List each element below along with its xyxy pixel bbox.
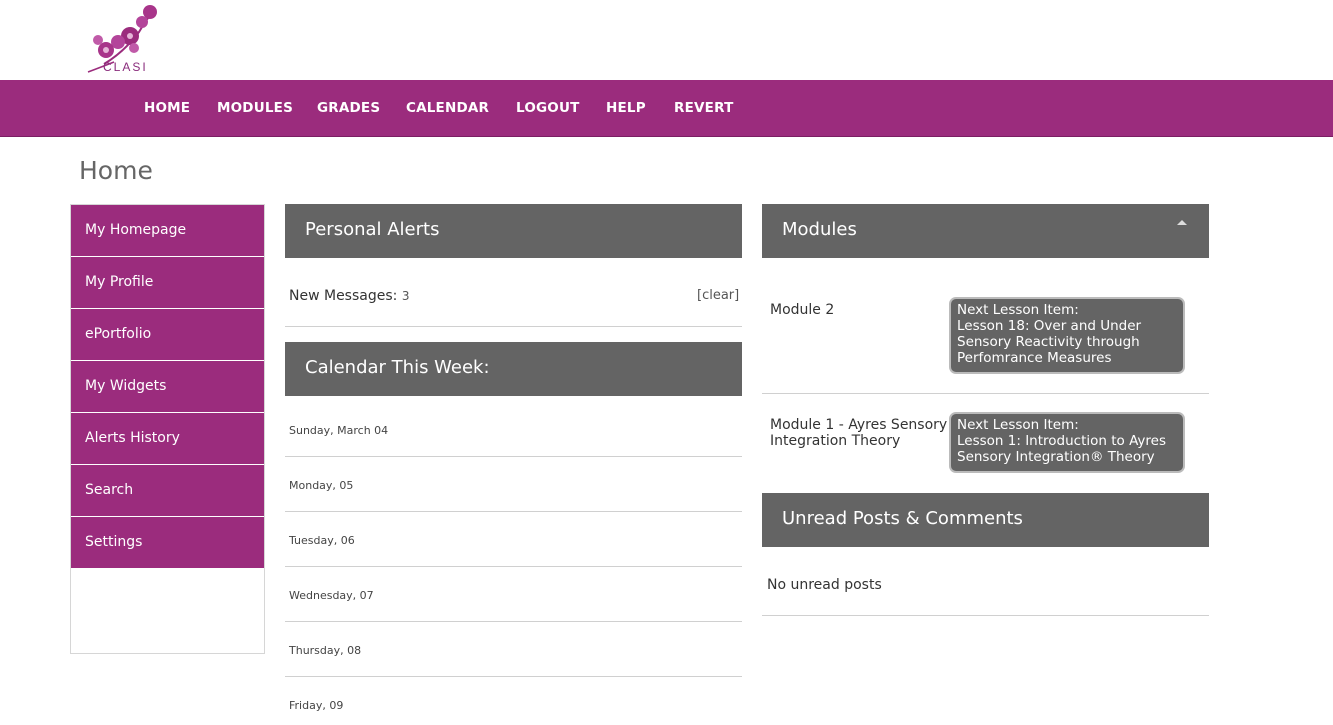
main-nav: HOME MODULES GRADES CALENDAR LOGOUT HELP… [0, 80, 1333, 137]
divider [285, 326, 742, 327]
modules-header: Modules [762, 204, 1209, 258]
logo-text: CLASI [103, 60, 148, 74]
new-messages-row: New Messages: 3 [289, 288, 409, 304]
module-name[interactable]: Module 2 [770, 302, 834, 318]
lesson-title-line: Sensory Reactivity through [957, 334, 1140, 350]
nav-help[interactable]: HELP [606, 100, 646, 116]
nav-revert[interactable]: REVERT [674, 100, 734, 116]
nav-logout[interactable]: LOGOUT [516, 100, 580, 116]
sidebar-item-settings[interactable]: Settings [71, 517, 264, 568]
nav-modules[interactable]: MODULES [217, 100, 293, 116]
sidebar-item-eportfolio[interactable]: ePortfolio [71, 309, 264, 360]
calendar-day: Wednesday, 07 [289, 589, 374, 602]
next-lesson-label: Next Lesson Item: [957, 302, 1079, 318]
calendar-day: Thursday, 08 [289, 644, 362, 657]
sidebar-item-my-widgets[interactable]: My Widgets [71, 361, 264, 412]
calendar-week-header: Calendar This Week: [285, 342, 742, 396]
next-lesson-label: Next Lesson Item: [957, 417, 1079, 433]
calendar-day: Friday, 09 [289, 699, 344, 712]
next-lesson-button[interactable]: Next Lesson Item: Lesson 18: Over and Un… [949, 297, 1185, 374]
nav-grades[interactable]: GRADES [317, 100, 380, 116]
next-lesson-button[interactable]: Next Lesson Item: Lesson 1: Introduction… [949, 412, 1185, 473]
clear-alerts-link[interactable]: [clear] [697, 288, 739, 303]
divider [285, 676, 742, 677]
new-messages-count[interactable]: 3 [402, 289, 410, 303]
no-unread-posts-text: No unread posts [767, 577, 882, 593]
page-title: Home [79, 156, 153, 185]
calendar-day: Sunday, March 04 [289, 424, 389, 437]
lesson-title-line: Sensory Integration® Theory [957, 449, 1155, 465]
sidebar: My Homepage My Profile ePortfolio My Wid… [70, 204, 265, 654]
calendar-day: Monday, 05 [289, 479, 354, 492]
divider [285, 566, 742, 567]
lesson-title-line: Perfomrance Measures [957, 350, 1112, 366]
nav-calendar[interactable]: CALENDAR [406, 100, 489, 116]
module-name-line: Integration Theory [770, 433, 901, 449]
divider [285, 621, 742, 622]
sidebar-item-alerts-history[interactable]: Alerts History [71, 413, 264, 464]
divider [762, 393, 1209, 394]
lesson-title-line: Lesson 18: Over and Under [957, 318, 1142, 334]
new-messages-label: New Messages: [289, 288, 398, 304]
module-name-line: Module 2 [770, 302, 835, 318]
nav-home[interactable]: HOME [144, 100, 190, 116]
sidebar-item-my-homepage[interactable]: My Homepage [71, 205, 264, 256]
header: CLASI [0, 0, 1333, 80]
module-name-line: Module 1 - Ayres Sensory [770, 417, 948, 433]
sidebar-item-search[interactable]: Search [71, 465, 264, 516]
divider [762, 615, 1209, 616]
personal-alerts-header: Personal Alerts [285, 204, 742, 258]
calendar-day: Tuesday, 06 [289, 534, 355, 547]
lesson-title-line: Lesson 1: Introduction to Ayres [957, 433, 1166, 449]
divider [285, 511, 742, 512]
divider [285, 456, 742, 457]
collapse-up-icon[interactable] [1177, 220, 1187, 225]
unread-posts-header: Unread Posts & Comments [762, 493, 1209, 547]
module-name[interactable]: Module 1 - Ayres Sensory Integration The… [770, 417, 947, 449]
sidebar-item-my-profile[interactable]: My Profile [71, 257, 264, 308]
